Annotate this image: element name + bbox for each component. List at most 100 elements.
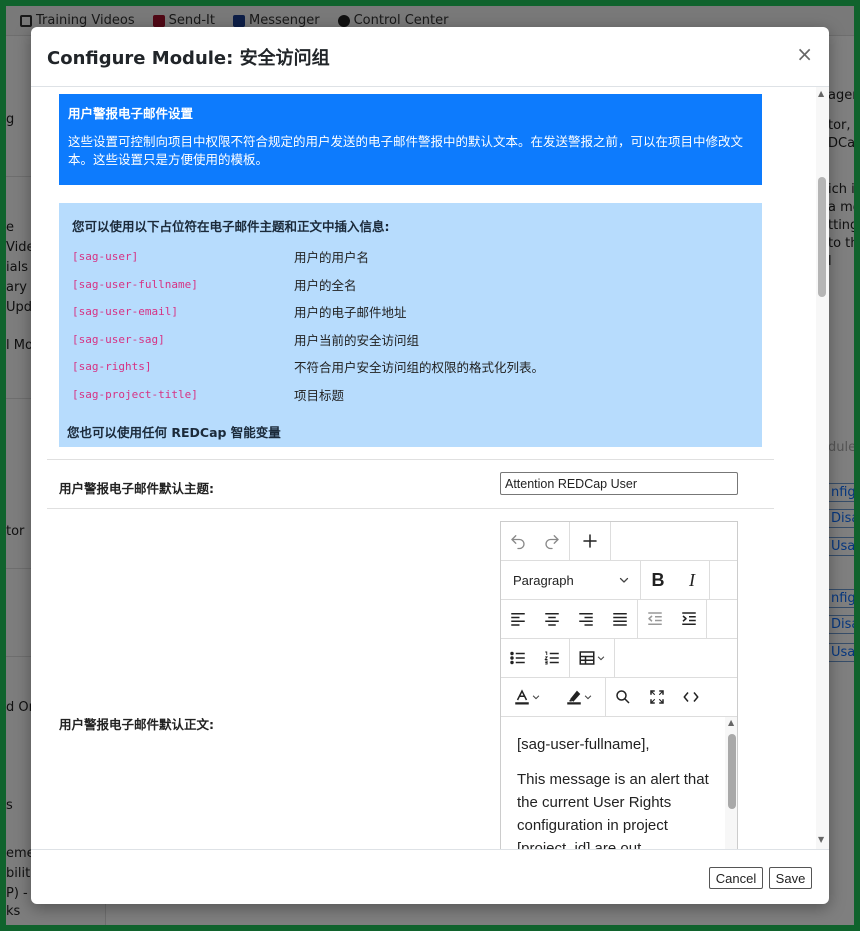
scroll-up-arrow-icon[interactable]: ▲ [728,718,734,727]
rich-text-editor: Paragraph B I [sag-user-fullname], This … [500,521,738,849]
divider [47,459,774,460]
save-button[interactable]: Save [769,867,812,889]
plus-icon [583,534,597,548]
modal-title: Configure Module: 安全访问组 [47,48,330,69]
placeholder-row: [sag-project-title] 项目标题 [72,381,749,409]
placeholder-desc: 用户的用户名 [294,250,370,266]
bullet-list-icon [510,651,525,665]
toolbar-group [638,600,707,638]
toolbar-row: Paragraph B I [501,561,737,600]
placeholder-desc: 用户当前的安全访问组 [294,332,420,348]
fullscreen-icon [650,690,664,704]
placeholder-row: [sag-user-fullname] 用户的全名 [72,271,749,299]
toolbar-row [501,522,737,561]
table-button[interactable] [570,639,614,677]
indent-button[interactable] [672,600,706,638]
block-format-select[interactable]: Paragraph [501,561,641,599]
toolbar-group [501,600,638,638]
justify-icon [613,613,627,626]
placeholder-desc: 不符合用户安全访问组的权限的格式化列表。 [294,360,545,376]
cancel-button[interactable]: Cancel [709,867,763,889]
fullscreen-button[interactable] [640,678,674,716]
toolbar-group [570,522,611,560]
toolbar-group [570,639,615,677]
undo-button[interactable] [501,522,535,560]
notice-title: 用户警报电子邮件设置 [68,106,194,121]
indent-icon [682,612,696,625]
editor-paragraph: This message is an alert that the curren… [517,771,709,849]
placeholder-desc: 项目标题 [294,387,345,403]
align-right-icon [579,613,593,626]
placeholder-desc: 用户的全名 [294,277,357,293]
numbered-list-button[interactable] [535,639,569,677]
code-icon [683,692,699,702]
italic-button[interactable]: I [675,561,709,599]
scroll-up-arrow-icon[interactable]: ▲ [818,89,824,98]
bold-button[interactable]: B [641,561,675,599]
modal-scrollbar[interactable]: ▲ ▼ [816,87,829,849]
scroll-down-arrow-icon[interactable]: ▼ [818,835,824,844]
placeholder-desc: 用户的电子邮件地址 [294,305,407,321]
block-format-value: Paragraph [513,572,574,588]
italic-icon: I [689,569,695,590]
toolbar-group [606,678,708,716]
email-settings-notice: 用户警报电子邮件设置 这些设置可控制向项目中权限不符合规定的用户发送的电子邮件警… [59,94,762,185]
body-label: 用户警报电子邮件默认正文: [59,717,214,732]
chevron-down-icon [584,695,592,700]
placeholder-info-box: 您可以使用以下占位符在电子邮件主题和正文中插入信息: [sag-user] 用户… [59,203,762,447]
align-left-button[interactable] [501,600,535,638]
highlight-icon [567,690,581,705]
toolbar-group [501,678,606,716]
close-button[interactable]: × [796,42,813,66]
placeholder-code: [sag-project-title] [72,387,198,401]
editor-scroll-thumb[interactable] [728,734,736,809]
chevron-down-icon [619,577,629,583]
bold-icon: B [651,569,665,590]
source-code-button[interactable] [674,678,708,716]
configure-module-modal: Configure Module: 安全访问组 × 用户警报电子邮件设置 这些设… [31,27,829,904]
text-color-button[interactable] [501,678,553,716]
numbered-list-icon [544,651,559,665]
search-icon [616,690,630,704]
placeholder-code: [sag-user-fullname] [72,277,198,291]
highlight-color-button[interactable] [553,678,605,716]
subject-label: 用户警报电子邮件默认主题: [59,481,214,496]
insert-button[interactable] [570,522,610,560]
divider [47,508,774,509]
toolbar-group: B I [641,561,710,599]
chevron-down-icon [597,656,605,661]
placeholder-code: [sag-user] [72,250,139,264]
editor-scrollbar[interactable]: ▲ [725,717,737,849]
justify-button[interactable] [603,600,637,638]
toolbar-row [501,678,737,717]
modal-body: 用户警报电子邮件设置 这些设置可控制向项目中权限不符合规定的用户发送的电子邮件警… [31,87,829,849]
toolbar-row [501,600,737,639]
table-icon [579,651,595,665]
notice-text: 这些设置可控制向项目中权限不符合规定的用户发送的电子邮件警报中的默认文本。在发送… [68,134,744,167]
placeholder-row: [sag-user] 用户的用户名 [72,243,749,271]
outdent-icon [648,612,662,625]
text-color-icon [515,689,529,705]
placeholder-title: 您可以使用以下占位符在电子邮件主题和正文中插入信息: [72,219,390,234]
smart-variables-note: 您也可以使用任何 REDCap 智能变量 [67,425,281,440]
bullet-list-button[interactable] [501,639,535,677]
editor-content-area[interactable]: [sag-user-fullname], This message is an … [501,717,725,849]
modal-header: Configure Module: 安全访问组 × [31,27,829,87]
search-button[interactable] [606,678,640,716]
redo-button[interactable] [535,522,569,560]
modal-footer: Cancel Save [31,849,829,904]
redo-icon [545,535,559,550]
subject-input[interactable] [500,472,738,495]
placeholder-row: [sag-rights] 不符合用户安全访问组的权限的格式化列表。 [72,353,749,381]
toolbar-group [501,522,570,560]
placeholder-row: [sag-user-sag] 用户当前的安全访问组 [72,326,749,354]
undo-icon [511,535,525,550]
modal-scroll-thumb[interactable] [818,177,826,297]
toolbar-row [501,639,737,678]
placeholder-code: [sag-rights] [72,360,152,374]
align-right-button[interactable] [569,600,603,638]
editor-paragraph: [sag-user-fullname], [517,736,650,753]
align-center-button[interactable] [535,600,569,638]
toolbar-group [501,639,570,677]
outdent-button[interactable] [638,600,672,638]
